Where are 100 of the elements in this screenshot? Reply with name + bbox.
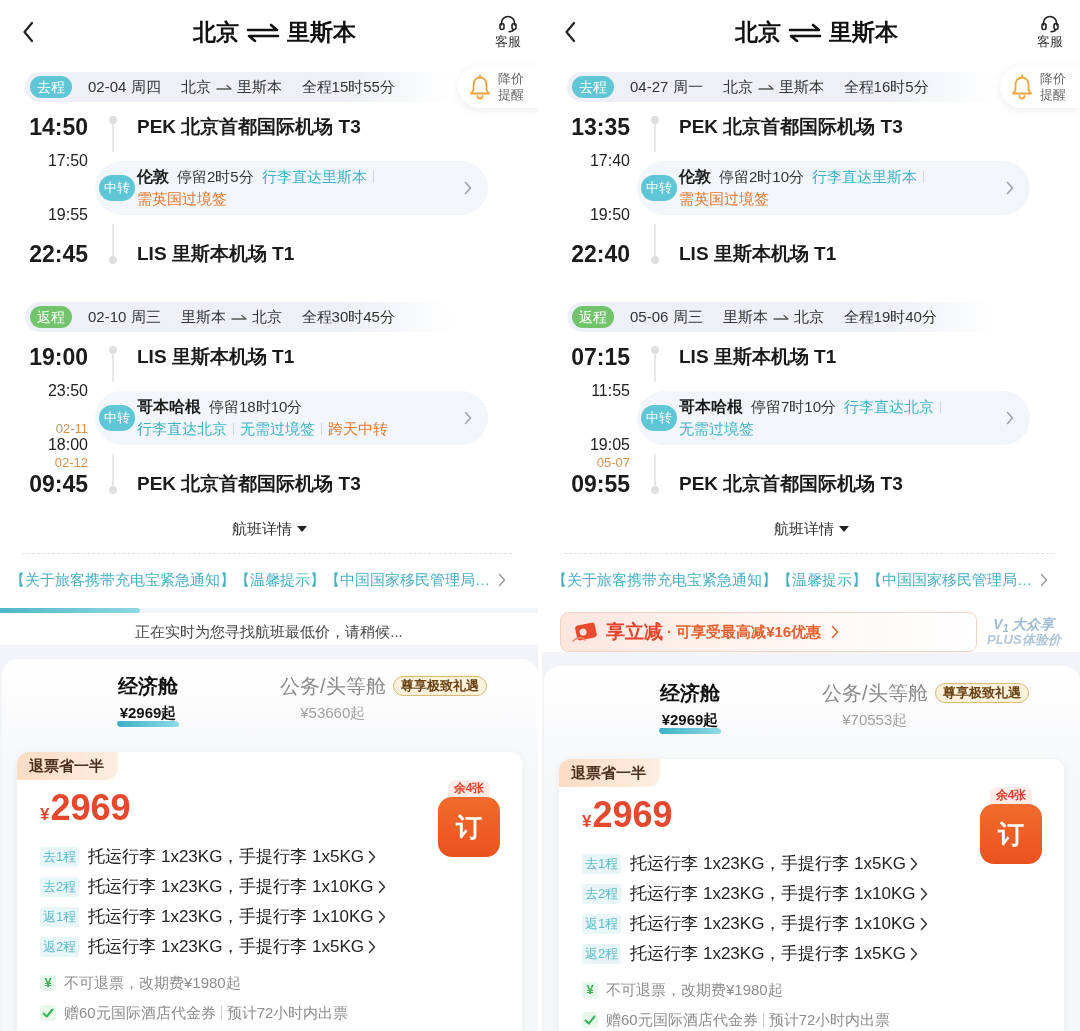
transfer-departure-time: 19:55 — [47, 206, 88, 224]
yen-icon: ¥ — [582, 982, 598, 998]
price-alert-button[interactable]: 降价提醒 — [1000, 66, 1080, 108]
price-alert-button[interactable]: 降价提醒 — [458, 66, 538, 108]
baggage-allowance: 托运行李 1x23KG，手提行李 1x5KG — [630, 853, 907, 876]
promo-banner[interactable]: 享立减 · 可享受最高减¥16优惠 — [560, 612, 977, 652]
transfer-tag: 中转 — [641, 175, 677, 201]
transfer-note: 行李直达里斯本 — [261, 168, 367, 185]
transfer-city: 哥本哈根 — [679, 398, 743, 415]
trip-duration: 全程16时5分 — [843, 76, 929, 97]
caret-down-icon — [296, 526, 307, 532]
fare-price: 2969 — [592, 794, 673, 835]
chevron-right-icon[interactable] — [377, 910, 386, 924]
selected-tab-indicator — [659, 728, 721, 734]
chevron-right-icon — [1006, 181, 1014, 195]
policy-text: 预计72小时内出票 — [226, 1002, 349, 1023]
departure-airport: PEK 北京首都国际机场 T3 — [679, 115, 903, 139]
segment-tag: 去1程 — [582, 854, 622, 874]
trip-tag: 返程 — [30, 306, 72, 328]
chevron-right-icon[interactable] — [368, 940, 377, 954]
segment-tag: 返1程 — [582, 914, 622, 934]
transfer-tag: 中转 — [99, 175, 135, 201]
layover-duration: 停留2时10分 — [719, 168, 805, 185]
transfer-arrival-time: 17:50 — [47, 152, 88, 170]
arrival-time: 09:45 — [29, 470, 88, 498]
customer-service-button[interactable]: 客服 — [488, 14, 528, 50]
timeline-dot — [108, 346, 117, 354]
trip-tag: 返程 — [572, 306, 614, 328]
trip-date: 04-27 周一 — [630, 76, 703, 97]
departure-airport: LIS 里斯本机场 T1 — [137, 345, 295, 369]
currency-symbol: ¥ — [40, 805, 50, 824]
bell-icon — [1010, 74, 1034, 100]
departure-time: 07:15 — [570, 343, 630, 372]
chevron-right-icon[interactable] — [919, 917, 928, 931]
transfer-note: 无需过境签 — [679, 420, 754, 437]
title-destination: 里斯本 — [828, 17, 898, 47]
transfer-city: 伦敦 — [137, 168, 169, 185]
trip-date: 05-06 周三 — [630, 306, 703, 327]
promo-title: 享立减 — [606, 619, 663, 644]
chevron-right-icon — [1006, 411, 1014, 425]
title-origin: 北京 — [734, 17, 781, 47]
timeline-dot — [650, 346, 659, 354]
cabin-tab[interactable]: 经济舱 ¥2969起 — [23, 673, 273, 727]
baggage-allowance: 托运行李 1x23KG，手提行李 1x5KG — [88, 846, 365, 869]
flight-details-toggle[interactable]: 航班详情 — [773, 516, 849, 542]
selected-tab-indicator — [117, 721, 179, 727]
baggage-allowance: 托运行李 1x23KG，手提行李 1x5KG — [630, 943, 907, 966]
route-origin: 北京 — [722, 76, 753, 97]
headset-icon — [1040, 14, 1060, 34]
fare-tag: 退票省一半 — [17, 752, 118, 780]
chevron-right-icon[interactable] — [377, 880, 386, 894]
chevron-right-icon — [1040, 573, 1048, 587]
transfer-tag: 中转 — [99, 405, 135, 431]
arrival-airport: LIS 里斯本机场 T1 — [679, 242, 837, 266]
chevron-right-icon[interactable] — [368, 850, 377, 864]
layover-duration: 停留7时10分 — [751, 398, 837, 415]
arrival-time: 22:45 — [29, 240, 88, 268]
transfer-note: 需英国过境签 — [679, 190, 769, 207]
trip-duration: 全程15时55分 — [301, 76, 395, 97]
timeline-dot — [108, 116, 117, 124]
transfer-departure-time: 19:50 — [589, 206, 630, 224]
chevron-right-icon[interactable] — [910, 947, 919, 961]
trip-date: 02-04 周四 — [88, 76, 161, 97]
cabin-tab[interactable]: 经济舱 ¥2969起 — [565, 680, 815, 734]
policy-text: 不可退票，改期费¥1980起 — [64, 972, 241, 993]
transfer-card[interactable]: 中转 伦敦 停留2时5分 行李直达里斯本 需英国过境签 — [95, 161, 488, 215]
transfer-card[interactable]: 中转 哥本哈根 停留7时10分 行李直达北京 无需过境签 — [637, 391, 1030, 445]
arrival-airport: PEK 北京首都国际机场 T3 — [137, 472, 361, 496]
transfer-tag: 中转 — [641, 405, 677, 431]
chevron-right-icon[interactable] — [919, 887, 928, 901]
route-destination: 北京 — [251, 306, 282, 327]
policy-text: 预计72小时内出票 — [768, 1009, 891, 1030]
timeline-dot — [108, 486, 117, 494]
trip-date: 02-10 周三 — [88, 306, 161, 327]
segment-tag: 返2程 — [40, 937, 80, 957]
transfer-arrival-time: 23:50 — [47, 382, 88, 400]
segment-tag: 去2程 — [582, 884, 622, 904]
arrival-airport: LIS 里斯本机场 T1 — [137, 242, 295, 266]
transfer-note: 跨天中转 — [328, 420, 388, 437]
chevron-right-icon[interactable] — [910, 857, 919, 871]
cabin-tab[interactable]: 公务/头等舱 ¥70553起 — [822, 680, 928, 730]
transfer-card[interactable]: 中转 伦敦 停留2时10分 行李直达里斯本 需英国过境签 — [637, 161, 1030, 215]
cabin-tab[interactable]: 公务/头等舱 ¥53660起 — [280, 673, 386, 723]
arrival-airport: PEK 北京首都国际机场 T3 — [679, 472, 903, 496]
transfer-departure-date: 02-11 — [55, 422, 88, 436]
fare-price: 2969 — [50, 787, 131, 828]
transfer-note: 无需过境签 — [240, 420, 315, 437]
transfer-card[interactable]: 中转 哥本哈根 停留18时10分 行李直达北京 无需过境签 跨天中转 — [95, 391, 488, 445]
arrival-time: 22:40 — [571, 240, 630, 268]
trip-tag: 去程 — [572, 76, 614, 98]
transfer-note: 行李直达北京 — [137, 420, 227, 437]
flight-details-toggle[interactable]: 航班详情 — [231, 516, 307, 542]
membership-label: V$_{1}$ 大众享 — [993, 616, 1055, 633]
policy-text: 赠60元国际酒店代金券 — [64, 1002, 216, 1023]
back-icon — [564, 21, 576, 43]
baggage-allowance: 托运行李 1x23KG，手提行李 1x10KG — [630, 913, 916, 936]
customer-service-button[interactable]: 客服 — [1030, 14, 1070, 50]
route-origin: 里斯本 — [180, 306, 226, 327]
trip-duration: 全程30时45分 — [301, 306, 395, 327]
departure-airport: LIS 里斯本机场 T1 — [679, 345, 837, 369]
